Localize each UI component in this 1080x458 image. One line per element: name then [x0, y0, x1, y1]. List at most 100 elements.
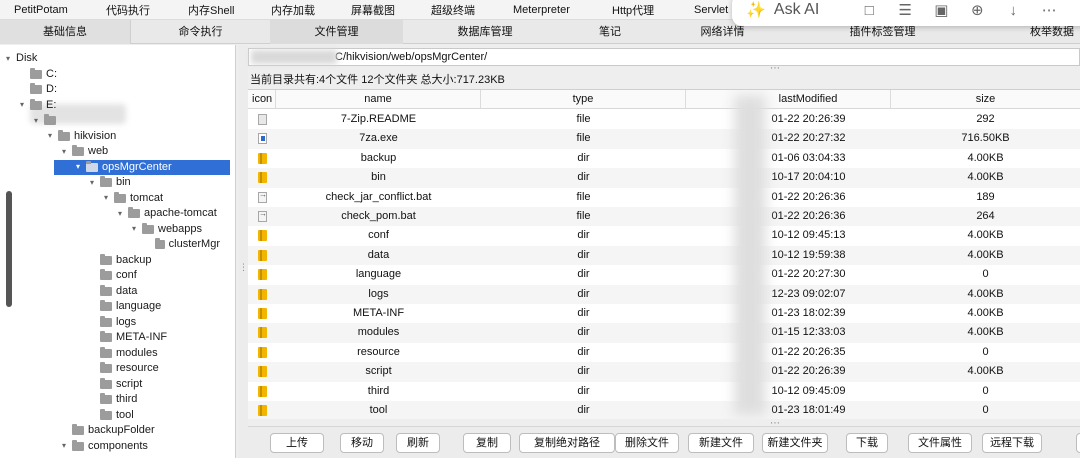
chevron-down-icon[interactable]: ▾ — [116, 209, 124, 218]
delete-file-button[interactable]: 删除文件 — [615, 433, 679, 453]
tree-node[interactable]: third — [88, 392, 220, 407]
crop-icon[interactable]: ▣ — [923, 1, 959, 19]
upload-button[interactable]: 上传 — [270, 433, 324, 453]
tree-node[interactable]: clusterMgr — [144, 237, 220, 252]
table-row[interactable]: 7za.exe file 01-22 20:27:32 716.50KB — [248, 129, 1080, 149]
tree-node[interactable]: logs — [88, 315, 220, 330]
menu-item-mem-shell[interactable]: 内存Shell — [188, 2, 234, 18]
tree-node[interactable]: ▾ bin — [88, 175, 220, 190]
table-row[interactable]: script dir 01-22 20:26:39 4.00KB — [248, 362, 1080, 382]
table-row[interactable]: resource dir 01-22 20:26:35 0 — [248, 343, 1080, 362]
tree-node[interactable]: data — [88, 284, 220, 299]
tree-node[interactable]: ▾ components — [60, 439, 220, 454]
chevron-down-icon[interactable]: ▾ — [18, 101, 26, 109]
menu-item-http-proxy[interactable]: Http代理 — [612, 2, 654, 18]
panel-splitter[interactable]: ⋮ — [238, 45, 248, 458]
path-field[interactable] — [248, 48, 1080, 66]
column-header-name[interactable]: name — [276, 90, 481, 109]
tree-node[interactable]: language — [88, 299, 220, 314]
table-row[interactable]: bin dir 10-17 20:04:10 4.00KB — [248, 168, 1080, 188]
file-properties-button[interactable]: 文件属性 — [908, 433, 972, 453]
column-header-type[interactable]: type — [481, 90, 686, 109]
chevron-down-icon[interactable]: ▾ — [130, 225, 138, 233]
tree-node[interactable]: conf — [88, 268, 220, 283]
tree-node[interactable]: META-INF — [88, 330, 220, 345]
chevron-down-icon[interactable]: ▾ — [46, 132, 54, 140]
sparkle-icon[interactable]: ✨ — [746, 0, 766, 20]
tree-node[interactable]: script — [88, 377, 220, 392]
remote-download-button[interactable]: 远程下载 — [982, 433, 1042, 453]
menu-item-petitpotam[interactable]: PetitPotam — [14, 4, 68, 16]
tree-node[interactable]: ▾ Disk — [4, 51, 220, 66]
table-row[interactable]: third dir 10-12 09:45:09 0 — [248, 382, 1080, 401]
chevron-down-icon[interactable]: ▾ — [102, 194, 110, 202]
tree-node[interactable]: ▾ tomcat — [102, 191, 220, 206]
tree-node[interactable]: resource — [88, 361, 220, 376]
tree-node[interactable]: ▾ webapps — [130, 222, 220, 237]
ask-ai-label[interactable]: Ask AI — [774, 1, 819, 19]
tree-node[interactable]: modules — [88, 346, 220, 361]
table-row[interactable]: logs dir 12-23 09:02:07 4.00KB — [248, 284, 1080, 304]
tree-node[interactable]: backup — [88, 253, 220, 268]
tree-node[interactable]: ▾ hikvision — [46, 129, 220, 144]
splitter-grip-icon[interactable]: ⋮ — [239, 263, 248, 272]
directory-tree[interactable]: ▾ Disk C: D: ▾ E: ▾ ▾ hikvision ▾ web ▾ opsMgrCenter… — [0, 45, 236, 458]
table-row[interactable]: check_jar_conflict.bat file 01-22 20:26:36… — [248, 188, 1080, 207]
tree-node[interactable]: ▾ opsMgrCenter — [54, 159, 230, 175]
table-row[interactable]: backup dir 01-06 03:04:33 4.00KB — [248, 149, 1080, 168]
chevron-down-icon[interactable]: ▾ — [60, 147, 68, 156]
chevron-down-icon[interactable]: ▾ — [4, 54, 12, 63]
tab-file-manager[interactable]: 文件管理 — [270, 20, 403, 44]
tree-node[interactable]: C: — [18, 67, 220, 82]
tree-node[interactable]: ▾ apache-tomcat — [116, 206, 220, 221]
table-row[interactable]: META-INF dir 01-23 18:02:39 4.00KB — [248, 304, 1080, 323]
cell-modified: 01-22 20:27:30 — [771, 268, 846, 281]
table-row[interactable]: check_pom.bat file 01-22 20:26:36 264 — [248, 207, 1080, 227]
copy-button[interactable]: 复制 — [463, 433, 511, 453]
tab-notes[interactable]: 笔记 — [560, 20, 660, 44]
menu-item-screenshot[interactable]: 屏幕截图 — [351, 2, 395, 18]
tree-node[interactable]: D: — [18, 82, 220, 97]
tree-node[interactable]: ▾ — [32, 113, 220, 128]
more-icon[interactable]: ⋯ — [1031, 1, 1067, 19]
list-icon[interactable]: ☰ — [887, 1, 923, 19]
tree-node[interactable]: tool — [88, 408, 220, 423]
tab-database[interactable]: 数据库管理 — [420, 20, 550, 44]
tree-scrollbar[interactable] — [6, 191, 12, 307]
tab-basic-info[interactable]: 基础信息 — [0, 20, 131, 44]
table-row[interactable]: data dir 10-12 19:59:38 4.00KB — [248, 245, 1080, 266]
chevron-down-icon[interactable]: ▾ — [60, 442, 68, 450]
path-input[interactable] — [249, 49, 1079, 65]
menu-item-code-exec[interactable]: 代码执行 — [106, 2, 150, 18]
download-icon[interactable]: ↓ — [995, 2, 1031, 19]
copy-abs-path-button[interactable]: 复制绝对路径 — [519, 433, 615, 453]
download-button[interactable]: 下载 — [846, 433, 888, 453]
table-row[interactable]: conf dir 10-12 09:45:13 4.00KB — [248, 226, 1080, 245]
execute-button[interactable]: 执 — [1076, 433, 1080, 453]
menu-item-meterpreter[interactable]: Meterpreter — [513, 4, 570, 16]
new-folder-button[interactable]: 新建文件夹 — [762, 433, 828, 453]
column-header-modified[interactable]: lastModified — [686, 90, 891, 109]
tree-node[interactable]: ▾ E: — [18, 98, 220, 113]
refresh-button[interactable]: 刷新 — [396, 433, 440, 453]
chevron-down-icon[interactable]: ▾ — [74, 163, 82, 171]
chevron-down-icon[interactable]: ▾ — [32, 116, 40, 125]
column-header-size[interactable]: size — [891, 90, 1080, 109]
column-header-icon[interactable]: icon — [248, 90, 276, 109]
tree-node[interactable]: backupFolder — [60, 423, 220, 438]
table-row[interactable]: tool dir 01-23 18:01:49 0 — [248, 401, 1080, 419]
zoom-in-icon[interactable]: ⊕ — [959, 1, 995, 19]
table-row[interactable]: language dir 01-22 20:27:30 0 — [248, 265, 1080, 284]
chat-icon[interactable]: □ — [851, 2, 887, 19]
menu-item-servlet[interactable]: Servlet — [694, 4, 728, 16]
tab-command-exec[interactable]: 命令执行 — [131, 20, 270, 44]
table-row[interactable]: modules dir 01-15 12:33:03 4.00KB — [248, 323, 1080, 343]
menu-item-mem-load[interactable]: 内存加载 — [271, 2, 315, 18]
chevron-down-icon[interactable]: ▾ — [88, 178, 96, 187]
tree-node[interactable]: ▾ web — [60, 144, 220, 159]
menu-item-terminal[interactable]: 超级终端 — [431, 2, 475, 18]
move-button[interactable]: 移动 — [340, 433, 384, 453]
new-file-button[interactable]: 新建文件 — [688, 433, 754, 453]
divider-grip-icon[interactable]: ⋯ — [770, 63, 781, 74]
table-row[interactable]: 7-Zip.README file 01-22 20:26:39 292 — [248, 110, 1080, 129]
